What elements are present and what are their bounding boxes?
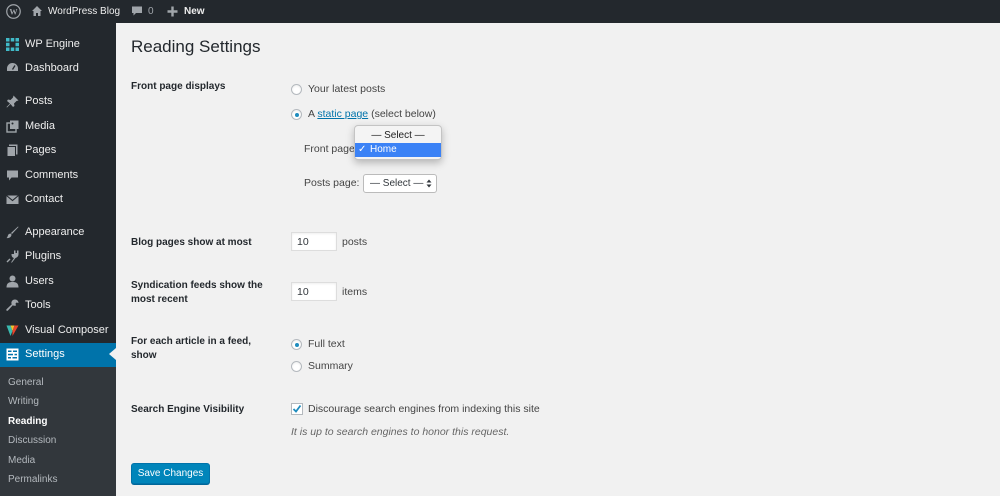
sidebar-item-label: Dashboard [25,62,79,74]
sidebar-item-label: Tools [25,299,51,311]
main-content: Reading Settings Front page displays You… [116,23,1000,496]
plus-icon [167,6,178,17]
sidebar-item-posts[interactable]: Posts [0,90,116,113]
site-name: WordPress Blog [48,6,121,17]
posts-unit-label: posts [342,236,368,248]
sidebar-item-label: Plugins [25,250,62,262]
visual-composer-icon [6,325,19,336]
home-icon [32,6,42,16]
sidebar-item-label: Visual Composer [25,324,109,336]
submenu-item-discussion[interactable]: Discussion [8,435,56,446]
sidebar-item-label: Users [25,275,54,287]
page-title: Reading Settings [131,37,261,56]
checkmark-icon: ✓ [358,144,367,155]
discourage-search-label: Discourage search engines from indexing … [308,403,540,415]
submenu-item-writing[interactable]: Writing [8,396,39,407]
sidebar-item-label: Posts [25,95,53,107]
select-arrows-icon [426,179,432,188]
settings-icon [6,348,19,361]
sidebar-item-appearance[interactable]: Appearance [0,221,116,244]
static-page-suffix: (select below) [371,108,436,120]
new-label: New [184,6,205,17]
comment-icon [7,170,18,181]
static-page-link[interactable]: static page [317,108,368,120]
blog-pages-label: Blog pages show at most [131,237,252,248]
sidebar-item-plugins[interactable]: Plugins [0,245,116,268]
new-content-link[interactable]: New [167,0,212,23]
posts-per-page-input[interactable]: 10 [291,232,337,251]
dropdown-option-home-label: Home [370,144,397,155]
comments-count: 0 [148,6,154,17]
front-page-label: Front page: [304,143,358,155]
submenu-item-reading[interactable]: Reading [8,416,47,427]
user-icon [6,275,19,288]
sidebar-item-wp-engine[interactable]: WP Engine [0,33,116,56]
checkmark-icon [292,404,302,413]
dropdown-option-select[interactable]: — Select — [355,129,441,143]
sidebar-item-users[interactable]: Users [0,270,116,293]
static-page-prefix: A [308,108,315,120]
pages-icon [6,144,18,157]
full-text-label: Full text [308,338,345,350]
sidebar-item-label: Media [25,120,55,132]
comments-link[interactable]: 0 [131,0,161,23]
mail-icon [6,195,19,204]
latest-posts-label: Your latest posts [308,83,386,95]
brush-icon [6,226,19,239]
sidebar-item-visual-composer[interactable]: Visual Composer [0,319,116,342]
wrench-icon [6,299,19,311]
sidebar-item-label: Settings [25,348,65,360]
posts-page-label: Posts page: [304,177,360,189]
wordpress-icon: W [6,4,21,19]
sidebar-item-settings[interactable]: Settings [0,343,116,367]
sidebar-item-label: Contact [25,193,63,205]
site-name-link[interactable]: WordPress Blog [30,0,130,23]
items-unit-label: items [342,286,368,298]
sidebar-item-pages[interactable]: Pages [0,139,116,162]
search-visibility-description: It is up to search engines to honor this… [291,426,510,438]
sidebar-item-tools[interactable]: Tools [0,294,116,317]
pin-icon [6,95,19,108]
submenu-item-media[interactable]: Media [8,455,35,466]
sidebar-item-label: WP Engine [25,38,80,50]
summary-radio[interactable] [291,361,302,372]
summary-label: Summary [308,360,353,372]
front-page-displays-label: Front page displays [131,81,226,92]
sidebar-item-label: Appearance [25,226,85,238]
discourage-search-checkbox[interactable] [291,403,303,415]
plug-icon [6,250,19,263]
feed-article-label: For each article in a feed, show [131,336,252,361]
wordpress-logo-button[interactable]: W [0,0,26,23]
settings-submenu: General Writing Reading Discussion Media… [0,367,116,496]
admin-bar: W WordPress Blog 0 New [0,0,1000,23]
sidebar-item-comments[interactable]: Comments [0,164,116,187]
syndication-feeds-label: Syndication feeds show the most recent [131,280,263,305]
posts-page-select[interactable]: — Select — [363,174,437,193]
dashboard-icon [7,63,18,71]
svg-text:W: W [9,8,18,17]
sidebar-item-label: Comments [25,169,79,181]
static-page-radio[interactable] [291,109,302,120]
submenu-item-permalinks[interactable]: Permalinks [8,474,57,485]
sidebar-item-contact[interactable]: Contact [0,188,116,211]
media-icon [6,120,19,133]
search-visibility-label: Search Engine Visibility [131,404,245,415]
sidebar-item-media[interactable]: Media [0,115,116,138]
save-changes-button[interactable]: Save Changes [131,463,210,484]
dropdown-option-home[interactable]: ✓ Home [355,143,441,157]
static-page-option: A static page (select below) [308,108,436,121]
comment-icon [132,6,142,16]
sidebar-item-label: Pages [25,144,57,156]
full-text-radio[interactable] [291,339,302,350]
submenu-item-general[interactable]: General [8,377,44,388]
latest-posts-radio[interactable] [291,84,302,95]
posts-page-select-value: — Select — [370,178,424,189]
front-page-dropdown-menu[interactable]: — Select — ✓ Home [354,125,442,160]
wpengine-icon [6,38,19,51]
posts-per-rss-input[interactable]: 10 [291,282,337,301]
sidebar-item-dashboard[interactable]: Dashboard [0,57,116,80]
